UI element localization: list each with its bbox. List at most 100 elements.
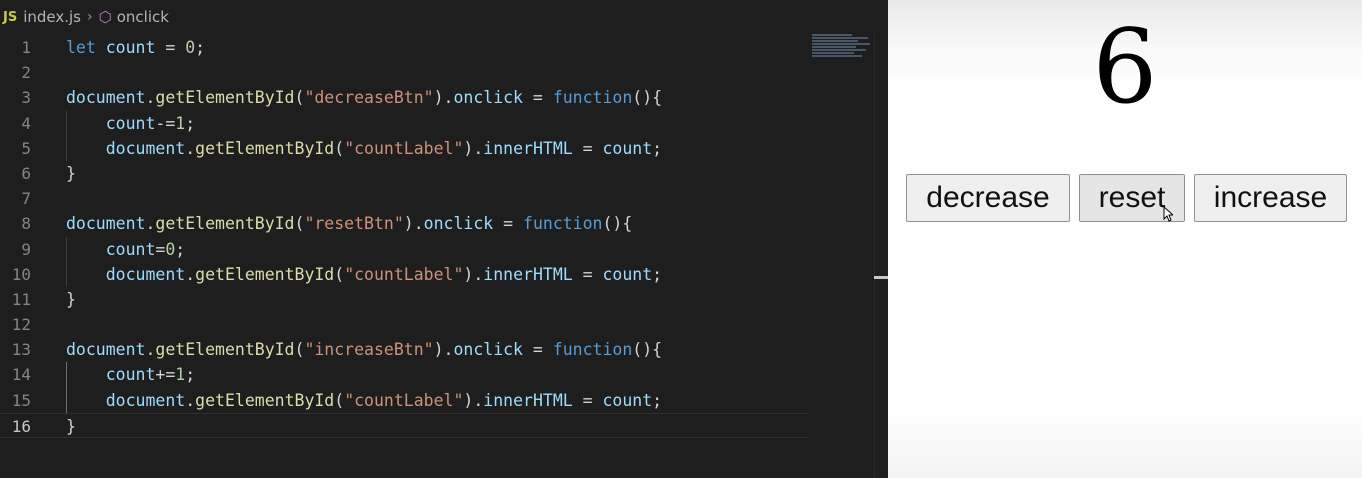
breadcrumb-file[interactable]: index.js (23, 8, 81, 26)
code-token: count (105, 239, 156, 259)
code-token: ( (294, 214, 305, 234)
code-token: += (155, 365, 176, 385)
code-token: = (155, 38, 186, 57)
line-number: 14 (11, 365, 31, 385)
code-line[interactable]: 8 document.getElementById("resetBtn").onc… (0, 211, 810, 236)
code-lines[interactable]: 1 let count = 0; 2 3 document.getElementById… (0, 35, 810, 438)
code-token: function (552, 340, 633, 360)
code-line[interactable]: 13 document.getElementById("increaseBtn")… (0, 337, 810, 362)
code-token: ; (195, 38, 206, 57)
line-number: 15 (11, 390, 31, 410)
code-text: } (66, 287, 76, 312)
browser-preview: 6 decrease reset increase (888, 0, 1362, 478)
code-text: count=0; (66, 237, 185, 262)
code-token: } (66, 289, 76, 309)
code-token: "resetBtn" (304, 214, 404, 234)
code-token: "countLabel" (344, 138, 464, 158)
code-token: "decreaseBtn" (304, 88, 434, 108)
code-token: onclick (453, 340, 523, 360)
code-line[interactable]: 1 let count = 0; (0, 35, 810, 60)
line-number: 7 (21, 189, 31, 209)
code-token: document (66, 340, 146, 360)
code-text: } (66, 161, 76, 186)
line-number: 3 (21, 88, 31, 108)
code-token: innerHTML (483, 390, 573, 410)
code-line[interactable]: 3 document.getElementById("decreaseBtn").… (0, 85, 810, 110)
code-token: = (523, 88, 553, 108)
code-token: . (145, 214, 156, 234)
code-line[interactable]: 4 count-=1; (0, 110, 810, 136)
code-token: ( (334, 138, 345, 158)
code-line[interactable]: 10 document.getElementById("countLabel")… (0, 261, 810, 287)
code-text: count+=1; (66, 362, 195, 387)
editor-scrollbar[interactable] (874, 34, 888, 478)
code-token: ( (334, 390, 345, 410)
code-token: } (66, 163, 76, 183)
line-number: 16 (11, 416, 31, 436)
code-token: getElementById (195, 264, 335, 284)
code-token: count (602, 390, 653, 410)
code-line[interactable]: 11} (0, 287, 810, 312)
code-token: 0 (185, 38, 196, 57)
code-line[interactable]: 12 (0, 312, 810, 337)
code-token: (){ (632, 340, 663, 360)
code-token: = (572, 390, 603, 410)
code-token: = (523, 340, 553, 360)
breadcrumb-symbol[interactable]: onclick (117, 8, 169, 26)
line-number: 1 (21, 38, 31, 57)
code-text: document.getElementById("decreaseBtn").o… (66, 85, 662, 110)
line-number: 8 (21, 214, 31, 234)
code-token: ( (294, 340, 305, 360)
code-token: 1 (175, 113, 186, 133)
code-token: count (602, 264, 653, 284)
code-line[interactable]: 16} (0, 412, 808, 439)
code-token: (){ (602, 214, 633, 234)
line-number: 5 (21, 138, 31, 158)
code-text: document.getElementById("resetBtn").oncl… (66, 211, 632, 236)
code-line[interactable]: 2 (0, 60, 810, 85)
code-token: document (105, 264, 186, 284)
code-token: . (145, 340, 156, 360)
code-token: = (572, 264, 603, 284)
code-line[interactable]: 15 document.getElementById("countLabel")… (0, 387, 810, 413)
code-token: onclick (423, 214, 494, 234)
code-editor[interactable]: JS index.js › ⬡ onclick 1 let count = 0; 2… (0, 0, 888, 478)
code-token: "countLabel" (344, 264, 464, 284)
minimap[interactable] (812, 34, 874, 60)
code-token: "countLabel" (344, 390, 464, 410)
code-line[interactable]: 9 count=0; (0, 236, 810, 262)
code-token: getElementById (155, 340, 295, 360)
code-token: document (66, 88, 146, 108)
code-token: . (185, 264, 196, 284)
code-token: innerHTML (483, 264, 573, 284)
code-token: } (66, 416, 76, 436)
code-token: . (145, 88, 156, 108)
code-line[interactable]: 6} (0, 161, 810, 186)
code-token: ). (433, 340, 454, 360)
symbol-cube-icon: ⬡ (98, 8, 112, 26)
code-line[interactable]: 5 document.getElementById("countLabel").… (0, 135, 810, 161)
line-number: 9 (21, 239, 31, 259)
code-token: ; (185, 113, 196, 133)
code-token: function (523, 214, 603, 234)
code-line[interactable]: 7 (0, 186, 810, 211)
code-token: ( (334, 264, 345, 284)
breadcrumb: JS index.js › ⬡ onclick (0, 0, 888, 34)
decrease-button[interactable]: decrease (906, 174, 1070, 222)
code-token: getElementById (195, 138, 335, 158)
code-token: getElementById (155, 88, 295, 108)
code-token: getElementById (155, 214, 295, 234)
code-token: . (185, 138, 196, 158)
code-token: count (105, 113, 156, 133)
code-token: "increaseBtn" (304, 340, 434, 360)
code-text: } (66, 414, 76, 439)
code-line[interactable]: 14 count+=1; (0, 362, 810, 388)
code-token: getElementById (195, 390, 335, 410)
code-token: ; (652, 390, 663, 410)
code-token: 1 (175, 365, 186, 385)
increase-button[interactable]: increase (1194, 174, 1347, 222)
line-number: 13 (11, 340, 31, 360)
